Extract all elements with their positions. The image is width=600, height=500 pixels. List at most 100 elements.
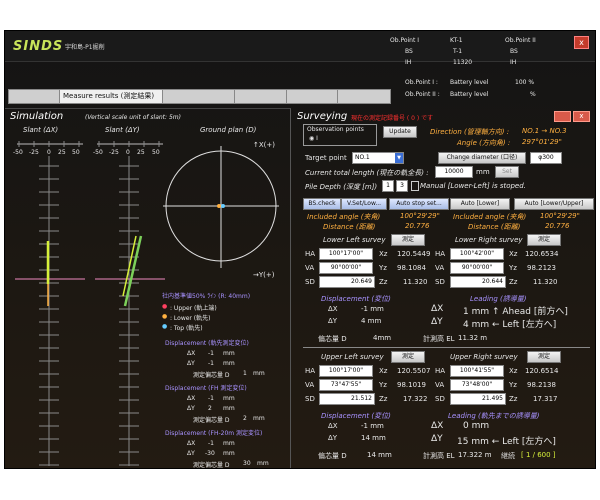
pile-depth-a[interactable]: 1 (382, 180, 394, 192)
ih-2-value: IH (510, 59, 517, 66)
lower-right-sd[interactable]: 20.644 (450, 276, 506, 288)
bs-label: BS (405, 48, 413, 55)
dx-label: ΔX (187, 395, 196, 402)
upper-right-sd[interactable]: 21.495 (450, 393, 506, 405)
ih-1-value: 11320 (453, 59, 473, 66)
dy-value: 2 (208, 405, 212, 412)
upper-left-measure-button[interactable]: 測定 (391, 351, 425, 363)
zz-label: Zz (379, 278, 388, 286)
upper-right-va[interactable]: 73°48'00" (450, 379, 504, 391)
dy-label: ΔY (328, 317, 338, 325)
upper-left-yz: 98.1019 (397, 381, 426, 389)
auto-lower-upper-button[interactable]: Auto [Lower/Upper] (514, 198, 594, 210)
upper-left-zz: 17.322 (403, 395, 428, 403)
tab-1[interactable] (8, 89, 62, 104)
battery-1-label: Ob.Point I : (405, 79, 438, 86)
included-angle-label-right: Included angle (夹角) (453, 213, 527, 221)
legend-top-text: : Top (軌先) (170, 325, 203, 332)
simulation-title: Simulation (10, 111, 64, 122)
direction-value: NO.1 → NO.3 (522, 127, 567, 135)
lower-right-va[interactable]: 90°00'00" (450, 262, 504, 274)
va-label: VA (435, 264, 445, 272)
obs-radio-i[interactable]: ◉ I (309, 135, 318, 142)
lower-right-xz: 120.6534 (525, 250, 559, 258)
va-label: VA (305, 264, 315, 272)
lower-right-measure-button[interactable]: 測定 (527, 234, 561, 246)
upper-leading-title: Leading (軌先までの誘導量) (448, 412, 540, 420)
dx-unit: mm (223, 440, 235, 447)
manual-status: Manual [Lower-Left] is stoped. (420, 182, 526, 190)
lower-left-zz: 11.320 (403, 278, 428, 286)
upper-right-ha[interactable]: 100°41'55" (450, 365, 504, 377)
record-number-note: 現在の測定記録番号 ( 0 ) です (351, 115, 434, 122)
lower-displacement-title: Displacement (変位) (321, 295, 391, 303)
minimize-button[interactable] (554, 111, 571, 122)
vset-lower-button[interactable]: V.Set/Low... (341, 198, 387, 210)
vertical-scale-note: (Vertical scale unit of slant: 5m) (85, 114, 181, 121)
ha-label: HA (305, 367, 316, 375)
upper-right-measure-button[interactable]: 測定 (527, 351, 561, 363)
battery-1-text: Battery level (450, 79, 489, 86)
xz-label: Xz (509, 367, 518, 375)
diameter-input[interactable]: φ300 (530, 152, 562, 164)
close-button[interactable]: x (574, 36, 589, 49)
tab-5[interactable] (286, 89, 339, 104)
slant-graphs (15, 141, 165, 466)
ha-label: HA (435, 250, 446, 258)
dy-unit: mm (223, 450, 235, 457)
update-button[interactable]: Update (383, 126, 417, 138)
target-point-label: Target point (305, 154, 347, 162)
va-label: VA (305, 381, 315, 389)
auto-stop-set-button[interactable]: Auto stop set... (389, 198, 449, 210)
upper-left-sd[interactable]: 21.512 (319, 393, 375, 405)
upper-dy-value: 14 mm (361, 434, 386, 442)
upper-lead-x: 0 mm (463, 421, 490, 431)
lower-right-zz: 11.320 (533, 278, 558, 286)
legend-top-dot: ● (162, 323, 168, 330)
lead-dy-label: ΔY (431, 317, 443, 327)
tab-6[interactable] (337, 89, 391, 104)
slant-x-label: Slant (ΔX) (23, 126, 59, 134)
tab-4[interactable] (234, 89, 288, 104)
yz-label: Yz (379, 264, 387, 272)
change-diameter-button[interactable]: Change diameter (口径) (438, 152, 526, 164)
legend-upper-text: : Upper (軌上端) (170, 305, 217, 312)
xz-label: Xz (379, 250, 388, 258)
lower-lead-x: 1 mm ↑ Ahead [前方へ] (463, 307, 568, 317)
upper-d-value: 14 mm (367, 451, 392, 459)
dx-unit: mm (223, 395, 235, 402)
lower-left-va[interactable]: 90°00'00" (319, 262, 373, 274)
upper-el-value: 17.322 m (458, 451, 492, 459)
disp-block-title: Displacement (軌先測定変位) (165, 340, 249, 347)
lower-right-ha[interactable]: 100°42'00" (450, 248, 504, 260)
d-unit: mm (253, 370, 265, 377)
distance-label-right: Distance (距離) (468, 223, 521, 231)
upper-left-ha[interactable]: 100°17'00" (319, 365, 373, 377)
tab-measure-results[interactable]: Measure results (測定結果) (59, 89, 163, 104)
dy-value: -1 (208, 360, 214, 367)
manual-checkbox[interactable] (411, 181, 419, 191)
bs-check-button[interactable]: BS.check (303, 198, 341, 210)
lower-el-label: 計測高 EL (423, 335, 455, 343)
auto-lower-button[interactable]: Auto [Lower] (450, 198, 510, 210)
panel-close-button[interactable]: x (573, 111, 590, 122)
lower-right-yz: 98.2123 (527, 264, 556, 272)
disp-block-title: Displacement (FH-20m 測定変位) (165, 430, 263, 437)
tab-3[interactable] (162, 89, 236, 104)
bs-2-value: BS (510, 48, 518, 55)
lower-left-xz: 120.5449 (397, 250, 431, 258)
battery-1-value: 100 % (515, 79, 535, 86)
lower-left-ha[interactable]: 100°17'00" (319, 248, 373, 260)
pile-depth-b[interactable]: 3 (396, 180, 408, 192)
upper-left-va[interactable]: 73°47'55" (319, 379, 373, 391)
dx-label: ΔX (328, 422, 338, 430)
set-button[interactable]: Set (495, 166, 519, 178)
total-length-input[interactable]: 10000 (435, 166, 473, 178)
yz-label: Yz (509, 381, 517, 389)
d-value: 30 (243, 460, 251, 467)
lower-left-sd[interactable]: 20.649 (319, 276, 375, 288)
target-point-select[interactable]: NO.1 ▼ (352, 152, 404, 164)
pile-depth-label: Pile Depth (深度 [m]) (305, 183, 378, 191)
chevron-down-icon[interactable]: ▼ (395, 153, 403, 163)
lower-left-measure-button[interactable]: 測定 (391, 234, 425, 246)
